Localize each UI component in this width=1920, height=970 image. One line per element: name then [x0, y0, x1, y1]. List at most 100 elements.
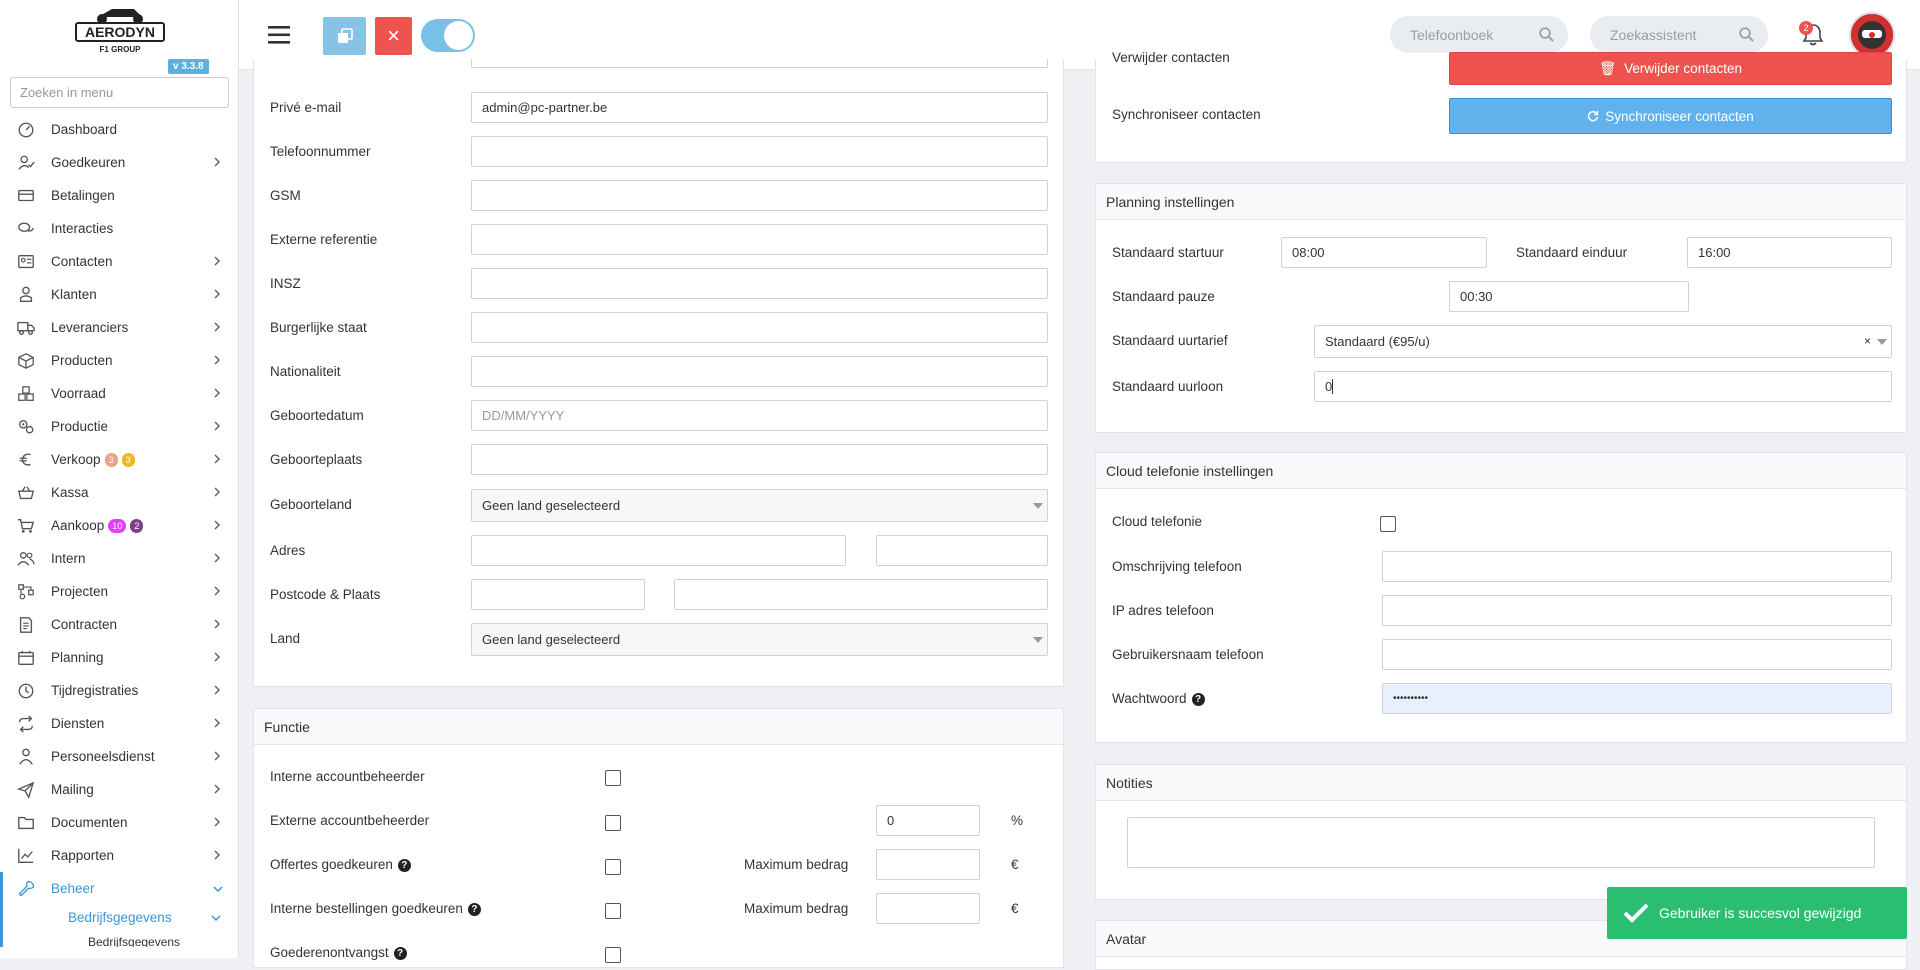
priv-e-mail-input[interactable]: admin@pc-partner.be: [471, 92, 1048, 123]
sidebar-subitem-label: Bedrijfsgegevens: [68, 909, 172, 925]
sidebar-item-mailing[interactable]: Mailing: [0, 773, 238, 806]
cloud-telephony-title: Cloud telefonie instellingen: [1106, 462, 1274, 479]
sidebar-item-productie[interactable]: Productie: [0, 410, 238, 443]
contact-card-icon: [18, 254, 34, 268]
sidebar-item-kassa[interactable]: Kassa: [0, 476, 238, 509]
close-button[interactable]: ×: [375, 17, 412, 55]
chevron-down-icon: [213, 886, 223, 893]
insz-input[interactable]: [471, 268, 1048, 299]
adres-street-input[interactable]: [471, 535, 846, 566]
sidebar-item-diensten[interactable]: Diensten: [0, 707, 238, 740]
phone-ip-input[interactable]: [1382, 595, 1892, 626]
offertes-goedkeuren-label: Offertes goedkeuren?: [270, 857, 411, 872]
hourly-rate-select[interactable]: Standaard (€95/u) ×: [1314, 325, 1892, 358]
land-select[interactable]: Geen land geselecteerd: [471, 623, 1048, 656]
geboorteland-select[interactable]: Geen land geselecteerd: [471, 489, 1048, 522]
mode-toggle[interactable]: [421, 19, 475, 52]
help-icon[interactable]: ?: [1191, 693, 1205, 706]
geboortedatum-input[interactable]: DD/MM/YYYY: [471, 400, 1048, 431]
notes-title: Notities: [1106, 774, 1153, 791]
notes-textarea[interactable]: [1127, 817, 1875, 868]
chevron-right-icon: [214, 388, 221, 398]
sidebar-item-dashboard[interactable]: Dashboard: [0, 113, 238, 146]
start-time-input[interactable]: 08:00: [1281, 237, 1487, 268]
search-icon: [1539, 27, 1554, 42]
hamburger-menu-icon[interactable]: [268, 26, 290, 44]
sidebar-item-planning[interactable]: Planning: [0, 641, 238, 674]
truncated-field[interactable]: [471, 59, 1048, 68]
company-logo[interactable]: AERODYN F1 GROUP: [72, 3, 168, 55]
telefoonnummer-input[interactable]: [471, 136, 1048, 167]
sidebar-item-contracten[interactable]: Contracten: [0, 608, 238, 641]
hourly-wage-input[interactable]: 0: [1314, 371, 1892, 402]
sidebar-item-beheer[interactable]: Beheer: [0, 872, 238, 905]
end-time-label: Standaard einduur: [1516, 245, 1628, 260]
sidebar-item-leveranciers[interactable]: Leveranciers: [0, 311, 238, 344]
adres-number-input[interactable]: [876, 535, 1048, 566]
plaats-input[interactable]: [674, 579, 1048, 610]
sidebar-item-documenten[interactable]: Documenten: [0, 806, 238, 839]
sidebar-item-klanten[interactable]: Klanten: [0, 278, 238, 311]
clock-icon: [18, 683, 34, 698]
burgerlijke-staat-input[interactable]: [471, 312, 1048, 343]
offertes-max-input[interactable]: [876, 849, 980, 880]
sidebar-subitem-bedrijfsgegevens[interactable]: Bedrijfsgegevens: [0, 905, 238, 929]
sidebar-item-label: Betalingen: [51, 188, 115, 203]
help-icon[interactable]: ?: [393, 947, 407, 960]
sidebar-item-tijdregistraties[interactable]: Tijdregistraties: [0, 674, 238, 707]
externe-percentage-input[interactable]: 0: [876, 805, 980, 836]
contacts-panel: Verwijder contacten 🗑 Verwijder contacten…: [1095, 50, 1907, 163]
sidebar-item-interacties[interactable]: Interacties: [0, 212, 238, 245]
sidebar-subsubitem-bedrijfsgegevens[interactable]: Bedrijfsgegevens: [0, 929, 238, 947]
phone-description-input[interactable]: [1382, 551, 1892, 582]
sync-contacts-label: Synchroniseer contacten: [1112, 107, 1261, 122]
bestellingen-max-input[interactable]: [876, 893, 980, 924]
chevron-right-icon: [214, 421, 221, 431]
bestellingen-goedkeuren-checkbox[interactable]: [605, 903, 621, 919]
phonebook-search[interactable]: Telefoonboek: [1390, 16, 1568, 53]
chevron-right-icon: [214, 652, 221, 662]
sidebar-item-producten[interactable]: Producten: [0, 344, 238, 377]
menu-search-input[interactable]: [10, 77, 229, 108]
notes-panel: Notities: [1095, 764, 1907, 900]
sidebar-item-voorraad[interactable]: Voorraad: [0, 377, 238, 410]
offertes-goedkeuren-checkbox[interactable]: [605, 859, 621, 875]
externe-referentie-input[interactable]: [471, 224, 1048, 255]
gsm-input[interactable]: [471, 180, 1048, 211]
pause-input[interactable]: 00:30: [1449, 281, 1689, 312]
sidebar-item-intern[interactable]: Intern: [0, 542, 238, 575]
notification-badge: 2: [1799, 21, 1813, 35]
hourly-rate-value: Standaard (€95/u): [1325, 334, 1430, 349]
sync-contacts-button[interactable]: Synchroniseer contacten: [1449, 98, 1892, 134]
sidebar-subsubitem-label: Bedrijfsgegevens: [88, 935, 181, 947]
nationaliteit-input[interactable]: [471, 356, 1048, 387]
password-input[interactable]: ••••••••••: [1382, 683, 1892, 714]
sidebar-item-rapporten[interactable]: Rapporten: [0, 839, 238, 872]
copy-button[interactable]: [323, 17, 366, 55]
help-icon[interactable]: ?: [397, 859, 411, 872]
sidebar-item-betalingen[interactable]: Betalingen: [0, 179, 238, 212]
externe-accountbeheerder-checkbox[interactable]: [605, 815, 621, 831]
clear-icon[interactable]: ×: [1864, 334, 1871, 348]
interne-accountbeheerder-checkbox[interactable]: [605, 770, 621, 786]
success-toast[interactable]: Gebruiker is succesvol gewijzigd: [1607, 887, 1907, 939]
sidebar-item-aankoop[interactable]: Aankoop 10 2: [0, 509, 238, 542]
assistant-search[interactable]: Zoekassistent: [1590, 16, 1768, 53]
sidebar-item-verkoop[interactable]: Verkoop 3 3: [0, 443, 238, 476]
cloud-telephony-checkbox[interactable]: [1380, 516, 1396, 532]
delete-contacts-button[interactable]: 🗑 Verwijder contacten: [1449, 52, 1892, 85]
sidebar-item-projecten[interactable]: Projecten: [0, 575, 238, 608]
nationaliteit-label: Nationaliteit: [270, 364, 341, 379]
sidebar-item-contacten[interactable]: Contacten: [0, 245, 238, 278]
sidebar-item-personeelsdienst[interactable]: Personeelsdienst: [0, 740, 238, 773]
chevron-right-icon: [214, 157, 221, 167]
goederenontvangst-checkbox[interactable]: [605, 947, 621, 963]
postcode-input[interactable]: [471, 579, 645, 610]
euro-symbol: €: [1011, 901, 1019, 916]
sidebar-item-goedkeuren[interactable]: Goedkeuren: [0, 146, 238, 179]
geboorteplaats-input[interactable]: [471, 444, 1048, 475]
end-time-input[interactable]: 16:00: [1687, 237, 1892, 268]
help-icon[interactable]: ?: [467, 903, 481, 916]
phone-username-input[interactable]: [1382, 639, 1892, 670]
sidebar-item-label: Interacties: [51, 221, 114, 236]
